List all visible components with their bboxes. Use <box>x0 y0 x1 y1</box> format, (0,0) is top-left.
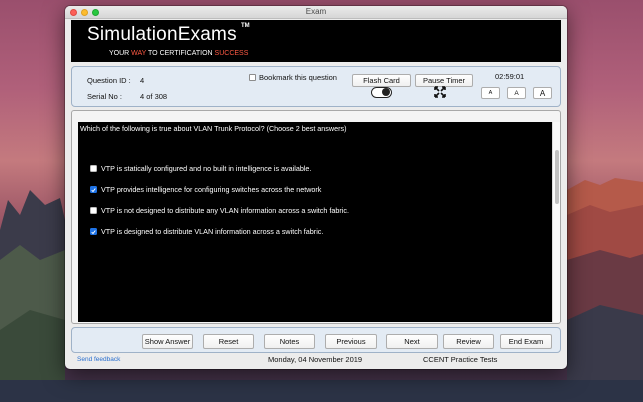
brand-tagline: YOUR WAY TO CERTIFICATION SUCCESS <box>109 50 248 57</box>
bookmark-label: Bookmark this question <box>259 73 337 82</box>
exam-timer: 02:59:01 <box>495 72 525 81</box>
review-button[interactable]: Review <box>443 334 494 349</box>
show-answer-button[interactable]: Show Answer <box>142 334 193 349</box>
option-text: VTP is not designed to distribute any VL… <box>101 206 349 215</box>
brand-banner: SimulationExams TM YOUR WAY TO CERTIFICA… <box>71 20 561 62</box>
scrollbar-thumb[interactable] <box>555 150 559 204</box>
option-checkbox-checked[interactable] <box>90 186 97 193</box>
footer-date: Monday, 04 November 2019 <box>268 355 363 364</box>
toggle-knob <box>382 88 390 96</box>
end-exam-button[interactable]: End Exam <box>500 334 552 349</box>
question-text: Which of the following is true about VLA… <box>80 124 347 133</box>
font-size-medium-button[interactable]: A <box>507 87 526 99</box>
previous-button[interactable]: Previous <box>325 334 377 349</box>
tagline-highlight: WAY <box>131 50 147 57</box>
option-checkbox[interactable] <box>90 165 97 172</box>
mode-toggle[interactable] <box>371 87 392 98</box>
checkmark-icon <box>91 187 96 192</box>
serial-label: Serial No : <box>87 92 123 101</box>
reset-button[interactable]: Reset <box>203 334 254 349</box>
question-info-panel: Question ID : 4 Serial No : 4 of 308 Boo… <box>71 66 561 107</box>
bookmark-checkbox[interactable]: Bookmark this question <box>249 73 337 82</box>
font-size-large-button[interactable]: A <box>533 87 552 99</box>
notes-button[interactable]: Notes <box>264 334 315 349</box>
question-area: Which of the following is true about VLA… <box>78 122 560 322</box>
question-scrollbar[interactable] <box>552 122 560 322</box>
answer-option[interactable]: VTP provides intelligence for configurin… <box>90 185 321 194</box>
question-id-value: 4 <box>140 76 145 85</box>
window-title: Exam <box>305 7 327 16</box>
font-size-small-button[interactable]: A <box>481 87 500 99</box>
bookmark-checkbox-box[interactable] <box>249 74 256 81</box>
option-text: VTP is statically configured and no buil… <box>101 164 312 173</box>
question-id-label: Question ID : <box>87 76 131 85</box>
trademark: TM <box>241 23 250 29</box>
tagline-part: TO CERTIFICATION <box>146 50 215 57</box>
title-bar: Exam <box>65 6 567 19</box>
tagline-highlight: SUCCESS <box>214 50 249 57</box>
answer-option[interactable]: VTP is not designed to distribute any VL… <box>90 206 349 215</box>
exam-window: Exam SimulationExams TM YOUR WAY TO CERT… <box>65 6 567 369</box>
flash-card-button[interactable]: Flash Card <box>352 74 411 87</box>
option-text: VTP is designed to distribute VLAN infor… <box>101 227 324 236</box>
fullscreen-icon[interactable] <box>434 86 446 98</box>
navigation-button-bar: Show Answer Reset Notes Previous Next Re… <box>71 327 561 353</box>
serial-value: 4 of 308 <box>140 92 168 101</box>
option-checkbox-checked[interactable] <box>90 228 97 235</box>
checkmark-icon <box>91 229 96 234</box>
tagline-part: YOUR <box>109 50 132 57</box>
answer-option[interactable]: VTP is statically configured and no buil… <box>90 164 311 173</box>
footer-product: CCENT Practice Tests <box>423 355 498 364</box>
send-feedback-link[interactable]: Send feedback <box>77 356 120 363</box>
next-button[interactable]: Next <box>386 334 438 349</box>
question-frame: Which of the following is true about VLA… <box>71 110 561 324</box>
option-text: VTP provides intelligence for configurin… <box>101 185 322 194</box>
answer-option[interactable]: VTP is designed to distribute VLAN infor… <box>90 227 323 236</box>
brand-name: SimulationExams <box>87 24 237 45</box>
option-checkbox[interactable] <box>90 207 97 214</box>
